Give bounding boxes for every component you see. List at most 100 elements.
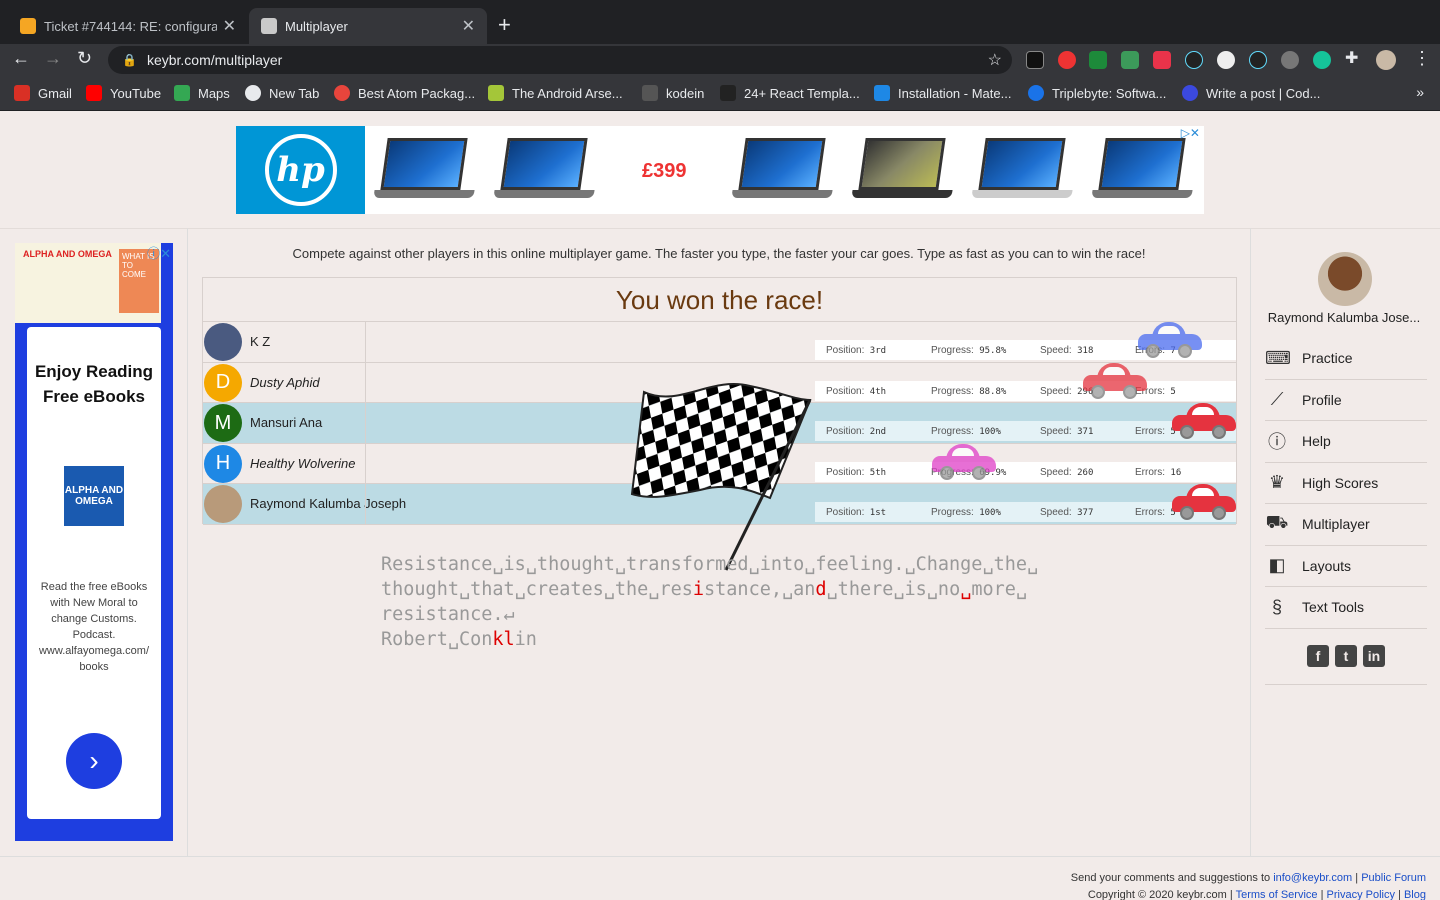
stat-label: Speed:	[1040, 426, 1072, 438]
extensions-puzzle-icon[interactable]: ✚	[1345, 48, 1358, 68]
extension-icon[interactable]	[1281, 51, 1299, 69]
hp-ad-banner[interactable]: hp £399 ▷✕	[236, 126, 1204, 214]
bookmark-dev-post[interactable]: Write a post | Cod...	[1182, 85, 1320, 101]
user-name[interactable]: Raymond Kalumba Jose...	[1256, 310, 1432, 325]
stat-progress: Progress: 95.8%	[931, 345, 1006, 356]
ad-description: Read the free eBooks with New Moral to c…	[38, 581, 150, 673]
bookmark-gmail[interactable]: Gmail	[14, 85, 72, 101]
laptop-image	[731, 136, 833, 202]
stat-errors: Errors: 16	[1135, 467, 1181, 478]
stat-position: Position: 3rd	[826, 345, 886, 356]
forward-icon[interactable]: →	[44, 48, 62, 69]
ad-arrow-button[interactable]: ›	[66, 733, 122, 789]
privacy-link[interactable]: Privacy Policy	[1327, 889, 1395, 900]
divider	[1265, 684, 1427, 685]
player-name: K Z	[250, 334, 271, 349]
extension-icon[interactable]	[1058, 51, 1076, 69]
profile-avatar[interactable]	[1376, 50, 1396, 70]
react-extension-icon[interactable]	[1249, 51, 1267, 69]
bookmark-material[interactable]: Installation - Mate...	[874, 85, 1011, 101]
youtube-icon	[86, 85, 102, 101]
extension-icon[interactable]	[1217, 51, 1235, 69]
react-extension-icon[interactable]	[1185, 51, 1203, 69]
divider	[365, 403, 366, 443]
bookmark-new-tab[interactable]: New Tab	[245, 85, 319, 101]
grammarly-extension-icon[interactable]	[1313, 51, 1331, 69]
divider	[0, 856, 1440, 857]
bookmark-triplebyte[interactable]: Triplebyte: Softwa...	[1028, 85, 1166, 101]
pocket-extension-icon[interactable]	[1153, 51, 1171, 69]
tab-ticket[interactable]: Ticket #744144: RE: configurat ✕	[8, 8, 248, 44]
facebook-icon[interactable]: f	[1307, 645, 1329, 667]
stat-progress: Progress: 100%	[931, 426, 1001, 437]
stat-value: 16	[1170, 467, 1182, 478]
stat-label: Speed:	[1040, 385, 1072, 397]
bookmark-react-templates[interactable]: 24+ React Templa...	[720, 85, 860, 101]
user-avatar[interactable]	[1318, 252, 1372, 306]
reload-icon[interactable]: ↻	[77, 48, 92, 69]
bookmark-youtube[interactable]: YouTube	[86, 85, 161, 101]
address-bar[interactable]: 🔒 keybr.com/multiplayer ☆	[108, 46, 1012, 74]
back-icon[interactable]: ←	[12, 48, 30, 69]
chart-icon: ⟋	[1270, 389, 1284, 410]
bookmark-kodein[interactable]: kodein	[642, 85, 704, 101]
extension-icon[interactable]	[1121, 51, 1139, 69]
player-name: Dusty Aphid	[250, 374, 320, 390]
player-avatar	[204, 485, 242, 524]
url-text: keybr.com/multiplayer	[146, 52, 283, 68]
stat-value: 5	[1170, 386, 1176, 397]
menu-kebab-icon[interactable]: ⋮	[1413, 48, 1431, 69]
twitter-icon[interactable]: t	[1335, 645, 1357, 667]
adchoices-icon[interactable]: ▷✕	[1181, 126, 1200, 140]
laptop-image	[971, 136, 1073, 202]
linkedin-icon[interactable]: in	[1363, 645, 1385, 667]
side-ad[interactable]: ALPHA AND OMEGA WHAT IS TO COME ⓘ✕ Enjoy…	[15, 243, 173, 841]
close-tab-icon[interactable]: ✕	[223, 16, 236, 36]
extension-icon[interactable]	[1026, 51, 1044, 69]
tab-multiplayer[interactable]: Multiplayer ✕	[249, 8, 487, 44]
stat-value: 377	[1077, 508, 1094, 519]
checkered-flag-icon	[630, 383, 812, 571]
sidebar-item-high-scores[interactable]: ♛ High Scores	[1265, 463, 1427, 504]
bookmark-maps[interactable]: Maps	[174, 85, 230, 101]
bookmark-android[interactable]: The Android Arse...	[488, 85, 623, 101]
race-car	[931, 442, 996, 482]
email-link[interactable]: info@keybr.com	[1273, 872, 1352, 884]
bookmark-atom[interactable]: Best Atom Packag...	[334, 85, 475, 101]
stat-label: Position:	[826, 426, 865, 438]
ad-close-icon[interactable]: ⓘ✕	[147, 243, 171, 262]
stat-value: 100%	[979, 427, 1001, 438]
stat-value: 88.8%	[979, 386, 1007, 397]
divider	[0, 228, 1440, 229]
sidebar-item-multiplayer[interactable]: ⛟ Multiplayer	[1265, 504, 1427, 546]
social-links: f t in	[1307, 645, 1385, 667]
typing-text[interactable]: Resistance␣is␣thought␣transformed␣into␣f…	[381, 552, 1061, 652]
stat-value: 5th	[869, 467, 887, 478]
stat-label: Position:	[826, 345, 865, 356]
sidebar-item-profile[interactable]: ⟋ Profile	[1265, 380, 1427, 421]
keyboard-icon: ⌨	[1265, 347, 1291, 368]
excel-extension-icon[interactable]	[1089, 51, 1107, 69]
keybr-favicon-icon	[261, 18, 277, 34]
sidebar-item-practice[interactable]: ⌨ Practice	[1265, 338, 1427, 380]
sidebar-item-text-tools[interactable]: § Text Tools	[1265, 587, 1427, 629]
maps-icon	[174, 85, 190, 101]
more-bookmarks-icon[interactable]: »	[1416, 84, 1424, 100]
player-avatar	[204, 323, 242, 361]
sidebar-menu: ⌨ Practice ⟋ Profile ⓘ Help ♛ High Scores ⛟ M…	[1265, 338, 1427, 629]
hp-logo: hp	[236, 126, 365, 214]
stat-label: Position:	[826, 385, 865, 397]
forum-link[interactable]: Public Forum	[1361, 872, 1426, 884]
stat-position: Position: 5th	[826, 467, 886, 478]
bookmark-star-icon[interactable]: ☆	[988, 50, 1002, 70]
player-name: Mansuri Ana	[250, 415, 323, 431]
sidebar-item-layouts[interactable]: ◧ Layouts	[1265, 546, 1427, 587]
ad-headline: Enjoy Reading Free eBooks	[34, 362, 154, 406]
stat-speed: Speed: 260	[1040, 467, 1093, 478]
new-tab-icon[interactable]: +	[498, 12, 511, 38]
divider	[365, 443, 366, 484]
sidebar-item-help[interactable]: ⓘ Help	[1265, 421, 1427, 463]
blog-link[interactable]: Blog	[1404, 889, 1426, 900]
terms-link[interactable]: Terms of Service	[1236, 889, 1318, 900]
close-tab-icon[interactable]: ✕	[462, 16, 475, 36]
